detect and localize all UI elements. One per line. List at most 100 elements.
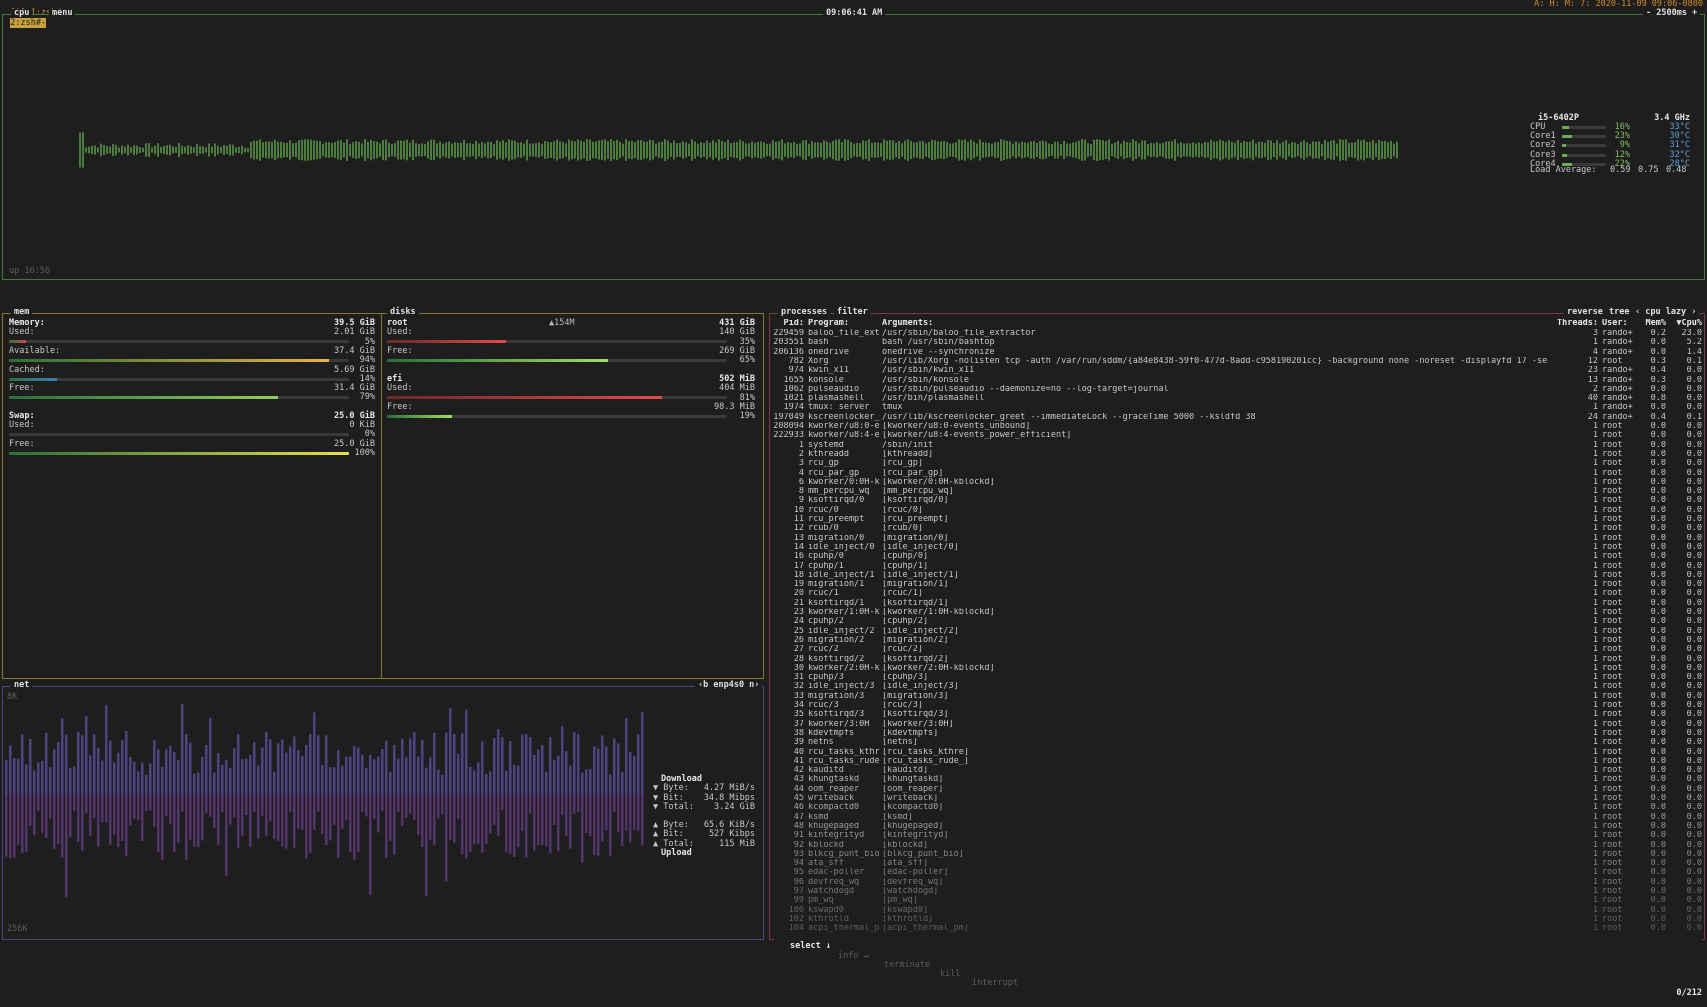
process-pid: 100 <box>788 905 804 915</box>
process-row[interactable]: 44 oom_reaper [oom_reaper] 1 root 0.0 0.0 <box>770 785 1704 794</box>
process-row[interactable]: 8 mm_percpu_wq [mm_percpu_wq] 1 root 0.0 0.0 <box>770 487 1704 496</box>
process-cpu: 0.0 <box>1686 766 1702 776</box>
cpu-graph-bar <box>394 143 396 157</box>
process-row[interactable]: 39 netns [netns] 1 root 0.0 0.0 <box>770 738 1704 747</box>
process-row[interactable]: 1062 pulseaudio/usr/sbin/pulseaudio --dae… <box>770 385 1704 394</box>
process-row[interactable]: 13 migration/0 [migration/0] 1 root 0.0 0.0 <box>770 534 1704 543</box>
process-row[interactable]: 12 rcub/0 [rcub/0] 1 root 0.0 0.0 <box>770 524 1704 533</box>
process-row[interactable]: 10 rcuc/0 [rcuc/0] 1 root 0.0 0.0 <box>770 506 1704 515</box>
process-row[interactable]: 45 writeback [writeback] 1 root 0.0 0.0 <box>770 794 1704 803</box>
process-row[interactable]: 208094 kworker/u8:0-ev [kworker/u8:0-event… <box>770 422 1704 431</box>
process-row[interactable]: 93 blkcg_punt_bio [blkcg_punt_bio] 1 root 0.0… <box>770 850 1704 859</box>
process-row[interactable]: 16 cpuhp/0 [cpuhp/0] 1 root 0.0 0.0 <box>770 552 1704 561</box>
cpu-graph-bar <box>1192 142 1194 158</box>
col-mem[interactable]: Mem% <box>1626 319 1666 328</box>
disks-box-title[interactable]: disks <box>387 307 419 318</box>
process-row[interactable]: 26 migration/2 [migration/2] 1 root 0.0 0.0 <box>770 636 1704 645</box>
cpu-graph-bar <box>850 141 852 159</box>
process-row[interactable]: 9 ksoftirqd/0 [ksoftirqd/0] 1 root 0.0 0.0 <box>770 496 1704 505</box>
process-row[interactable]: 48 khugepaged [khugepaged] 1 root 0.0 0.0 <box>770 822 1704 831</box>
process-row[interactable]: 1021 plasmashell/usr/bin/plasmashell 40 ran… <box>770 394 1704 403</box>
process-row[interactable]: 1 systemd/sbin/init 1 root 0.0 0.0 <box>770 441 1704 450</box>
cpu-graph-bar <box>1066 143 1068 157</box>
process-row[interactable]: 37 kworker/3:0H [kworker/3:0H] 1 root 0.0 0.0 <box>770 720 1704 729</box>
interrupt-button[interactable]: interrupt <box>972 979 1018 989</box>
refresh-rate[interactable]: - 2500ms + <box>1643 8 1701 19</box>
process-arguments: [migration/3] <box>882 691 949 701</box>
process-row[interactable]: 203551 bash bash /usr/sbin/bashtop 1 rando+ 0… <box>770 338 1704 347</box>
filter-button[interactable]: filter <box>834 307 871 318</box>
sort-selector[interactable]: ‹ cpu lazy › <box>1632 307 1700 318</box>
process-row[interactable]: 11 rcu_preempt [rcu_preempt] 1 root 0.0 0.0 <box>770 515 1704 524</box>
terminate-button[interactable]: terminate <box>884 960 930 970</box>
process-row[interactable]: 6 kworker/0:0H-kb [kworker/0:0H-kblockd] 1 r… <box>770 478 1704 487</box>
process-row[interactable]: 20 rcuc/1 [rcuc/1] 1 root 0.0 0.0 <box>770 589 1704 598</box>
processes-title[interactable]: processes <box>778 307 831 318</box>
process-row[interactable]: 99 pm_wq [pm_wq] 1 root 0.0 0.0 <box>770 896 1704 905</box>
mem-row-label: Free: <box>9 383 35 394</box>
cpu-graph-bar <box>1132 139 1134 161</box>
process-row[interactable]: 41 rcu_tasks_rude_ [rcu_tasks_rude_] 1 root 0… <box>770 757 1704 766</box>
process-row[interactable]: 21 ksoftirqd/1 [ksoftirqd/1] 1 root 0.0 0.0 <box>770 599 1704 608</box>
process-row[interactable]: 97 watchdogd [watchdogd] 1 root 0.0 0.0 <box>770 887 1704 896</box>
process-row[interactable]: 19 migration/1 [migration/1] 1 root 0.0 0.0 <box>770 580 1704 589</box>
process-row[interactable]: 4 rcu_par_gp [rcu_par_gp] 1 root 0.0 0.0 <box>770 469 1704 478</box>
process-row[interactable]: 28 ksoftirqd/2 [ksoftirqd/2] 1 root 0.0 0.0 <box>770 655 1704 664</box>
process-row[interactable]: 47 ksmd [ksmd] 1 root 0.0 0.0 <box>770 813 1704 822</box>
process-row[interactable]: 25 idle_inject/2 [idle_inject/2] 1 root 0.0 0.… <box>770 627 1704 636</box>
process-row[interactable]: 23 kworker/1:0H-kb [kworker/1:0H-kblockd] 1… <box>770 608 1704 617</box>
process-row[interactable]: 46 kcompactd0 [kcompactd0] 1 root 0.0 0.0 <box>770 803 1704 812</box>
process-row[interactable]: 96 devfreq_wq [devfreq_wq] 1 root 0.0 0.0 <box>770 878 1704 887</box>
process-row[interactable]: 974 kwin_x11/usr/sbin/kwin_x11 23 rando+ 0.4… <box>770 366 1704 375</box>
process-row[interactable]: 91 kintegrityd [kintegrityd] 1 root 0.0 0.0 <box>770 831 1704 840</box>
process-row[interactable]: 43 khungtaskd [khungtaskd] 1 root 0.0 0.0 <box>770 775 1704 784</box>
process-row[interactable]: 92 kblockd [kblockd] 1 root 0.0 0.0 <box>770 841 1704 850</box>
net-download-bar <box>241 759 244 795</box>
reverse-toggle[interactable]: reverse <box>1564 307 1606 318</box>
process-row[interactable]: 17 cpuhp/1 [cpuhp/1] 1 root 0.0 0.0 <box>770 562 1704 571</box>
select-button[interactable]: select ↓ <box>790 941 831 951</box>
tree-toggle[interactable]: tree <box>1606 307 1633 318</box>
menu-button[interactable]: menu <box>49 8 76 19</box>
process-row[interactable]: 31 cpuhp/3 [cpuhp/3] 1 root 0.0 0.0 <box>770 673 1704 682</box>
col-threads[interactable]: Threads: <box>1550 319 1598 328</box>
process-row[interactable]: 95 edac-poller [edac-poller] 1 root 0.0 0.0 <box>770 868 1704 877</box>
process-row[interactable]: 18 idle_inject/1 [idle_inject/1] 1 root 0.0 0.… <box>770 571 1704 580</box>
process-row[interactable]: 100 kswapd0 [kswapd0] 1 root 0.0 0.0 <box>770 906 1704 915</box>
info-button[interactable]: info ↵ <box>838 951 869 961</box>
process-row[interactable]: 1655 konsole/usr/sbin/konsole 13 rando+ 0.3 0… <box>770 376 1704 385</box>
process-program: Xorg <box>808 356 829 366</box>
process-row[interactable]: 782 Xorg/usr/lib/Xorg -nolisten tcp -auth… <box>770 357 1704 366</box>
kill-button[interactable]: kill <box>940 969 960 979</box>
col-user[interactable]: User: <box>1602 319 1628 328</box>
process-row[interactable]: 229459 baloo_file_extr/usr/sbin/baloo_fil… <box>770 329 1704 338</box>
process-row[interactable]: 30 kworker/2:0H-kb [kworker/2:0H-kblockd] 1… <box>770 664 1704 673</box>
process-row[interactable]: 3 rcu_gp [rcu_gp] 1 root 0.0 0.0 <box>770 459 1704 468</box>
interface-selector[interactable]: ‹b enp4s0 n› <box>695 680 763 691</box>
process-row[interactable]: 206136 onedrive onedrive --synchronize 4 ran… <box>770 348 1704 357</box>
process-row[interactable]: 34 rcuc/3 [rcuc/3] 1 root 0.0 0.0 <box>770 701 1704 710</box>
process-row[interactable]: 1974 tmux: server tmux 1 rando+ 0.0 0.0 <box>770 403 1704 412</box>
process-row[interactable]: 2 kthreadd [kthreadd] 1 root 0.0 0.0 <box>770 450 1704 459</box>
process-row[interactable]: 197049 kscreenlocker_g/usr/lib/kscreenloc… <box>770 413 1704 422</box>
col-arguments[interactable]: Arguments: <box>882 319 933 328</box>
process-row[interactable]: 24 cpuhp/2 [cpuhp/2] 1 root 0.0 0.0 <box>770 617 1704 626</box>
mem-box-title[interactable]: mem <box>11 307 33 318</box>
net-box-title[interactable]: net <box>11 680 33 691</box>
col-cpu[interactable]: ▼Cpu% <box>1666 319 1702 328</box>
process-row[interactable]: 27 rcuc/2 [rcuc/2] 1 root 0.0 0.0 <box>770 645 1704 654</box>
cpu-box-title[interactable]: cpu <box>11 8 33 19</box>
process-row[interactable]: 33 migration/3 [migration/3] 1 root 0.0 0.0 <box>770 692 1704 701</box>
col-pid[interactable]: Pid: <box>770 319 804 328</box>
process-row[interactable]: 40 rcu_tasks_kthre [rcu_tasks_kthre] 1 root 0… <box>770 748 1704 757</box>
process-row[interactable]: 14 idle_inject/0 [idle_inject/0] 1 root 0.0 0.… <box>770 543 1704 552</box>
process-row[interactable]: 32 idle_inject/3 [idle_inject/3] 1 root 0.0 0.… <box>770 682 1704 691</box>
col-program[interactable]: Program: <box>808 319 849 328</box>
process-row[interactable]: 38 kdevtmpfs [kdevtmpfs] 1 root 0.0 0.0 <box>770 729 1704 738</box>
process-row[interactable]: 222933 kworker/u8:4-ev [kworker/u8:4-event… <box>770 431 1704 440</box>
process-row[interactable]: 42 kauditd [kauditd] 1 root 0.0 0.0 <box>770 766 1704 775</box>
process-row[interactable]: 102 kthrotld [kthrotld] 1 root 0.0 0.0 <box>770 915 1704 924</box>
process-cpu: 0.0 <box>1686 617 1702 627</box>
process-row[interactable]: 35 ksoftirqd/3 [ksoftirqd/3] 1 root 0.0 0.0 <box>770 710 1704 719</box>
process-row[interactable]: 94 ata_sff [ata_sff] 1 root 0.0 0.0 <box>770 859 1704 868</box>
